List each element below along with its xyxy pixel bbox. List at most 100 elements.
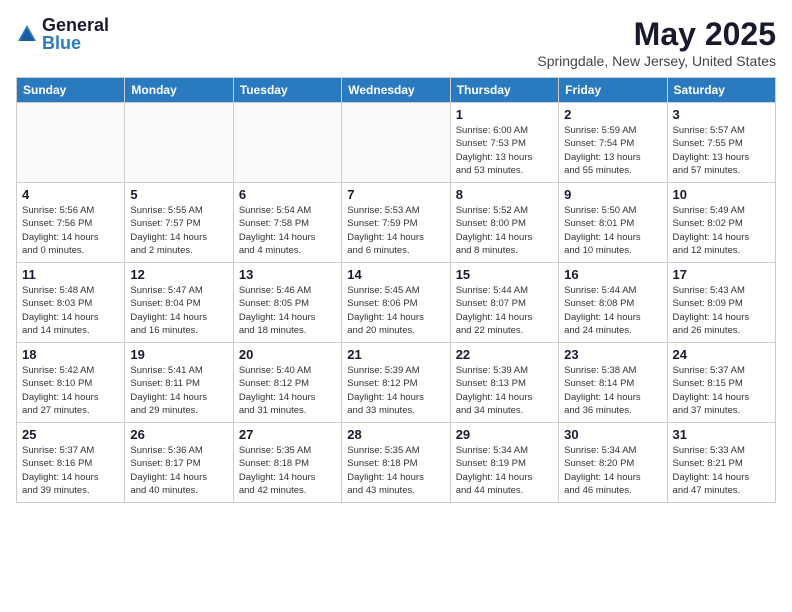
- calendar-week-row: 1 Sunrise: 6:00 AMSunset: 7:53 PMDaylight…: [17, 103, 776, 183]
- logo-blue: Blue: [42, 34, 109, 52]
- day-number: 22: [456, 347, 553, 362]
- day-number: 19: [130, 347, 227, 362]
- calendar-cell: 12 Sunrise: 5:47 AMSunset: 8:04 PMDayligh…: [125, 263, 233, 343]
- calendar-cell: 2 Sunrise: 5:59 AMSunset: 7:54 PMDaylight…: [559, 103, 667, 183]
- calendar-cell: 21 Sunrise: 5:39 AMSunset: 8:12 PMDayligh…: [342, 343, 450, 423]
- day-number: 2: [564, 107, 661, 122]
- day-info: Sunrise: 5:45 AMSunset: 8:06 PMDaylight:…: [347, 284, 444, 337]
- calendar-cell: 31Sunrise: 5:33 AMSunset: 8:21 PMDayligh…: [667, 423, 775, 503]
- day-number: 7: [347, 187, 444, 202]
- day-number: 23: [564, 347, 661, 362]
- day-header-tuesday: Tuesday: [233, 78, 341, 103]
- title-block: May 2025 Springdale, New Jersey, United …: [537, 16, 776, 69]
- day-info: Sunrise: 5:50 AMSunset: 8:01 PMDaylight:…: [564, 204, 661, 257]
- day-info: Sunrise: 5:54 AMSunset: 7:58 PMDaylight:…: [239, 204, 336, 257]
- day-header-saturday: Saturday: [667, 78, 775, 103]
- day-number: 11: [22, 267, 119, 282]
- day-number: 4: [22, 187, 119, 202]
- day-number: 14: [347, 267, 444, 282]
- day-number: 30: [564, 427, 661, 442]
- calendar-body: 1 Sunrise: 6:00 AMSunset: 7:53 PMDaylight…: [17, 103, 776, 503]
- calendar-cell: 23 Sunrise: 5:38 AMSunset: 8:14 PMDayligh…: [559, 343, 667, 423]
- calendar-cell: 17Sunrise: 5:43 AMSunset: 8:09 PMDayligh…: [667, 263, 775, 343]
- calendar-cell: 5 Sunrise: 5:55 AMSunset: 7:57 PMDaylight…: [125, 183, 233, 263]
- day-number: 12: [130, 267, 227, 282]
- day-info: Sunrise: 5:48 AMSunset: 8:03 PMDaylight:…: [22, 284, 119, 337]
- day-info: Sunrise: 5:40 AMSunset: 8:12 PMDaylight:…: [239, 364, 336, 417]
- calendar-cell: 28 Sunrise: 5:35 AMSunset: 8:18 PMDayligh…: [342, 423, 450, 503]
- day-number: 18: [22, 347, 119, 362]
- month-year-title: May 2025: [537, 16, 776, 53]
- day-number: 13: [239, 267, 336, 282]
- day-info: Sunrise: 5:52 AMSunset: 8:00 PMDaylight:…: [456, 204, 553, 257]
- day-number: 28: [347, 427, 444, 442]
- calendar-cell: 9 Sunrise: 5:50 AMSunset: 8:01 PMDaylight…: [559, 183, 667, 263]
- day-info: Sunrise: 5:56 AMSunset: 7:56 PMDaylight:…: [22, 204, 119, 257]
- calendar-cell: 13 Sunrise: 5:46 AMSunset: 8:05 PMDayligh…: [233, 263, 341, 343]
- day-number: 21: [347, 347, 444, 362]
- calendar-cell: 16Sunrise: 5:44 AMSunset: 8:08 PMDayligh…: [559, 263, 667, 343]
- day-header-friday: Friday: [559, 78, 667, 103]
- calendar-cell: 8Sunrise: 5:52 AMSunset: 8:00 PMDaylight…: [450, 183, 558, 263]
- day-info: Sunrise: 5:38 AMSunset: 8:14 PMDaylight:…: [564, 364, 661, 417]
- calendar-cell: 26 Sunrise: 5:36 AMSunset: 8:17 PMDayligh…: [125, 423, 233, 503]
- day-header-sunday: Sunday: [17, 78, 125, 103]
- day-info: Sunrise: 5:34 AMSunset: 8:19 PMDaylight:…: [456, 444, 553, 497]
- calendar-cell: 20Sunrise: 5:40 AMSunset: 8:12 PMDayligh…: [233, 343, 341, 423]
- day-header-thursday: Thursday: [450, 78, 558, 103]
- day-number: 29: [456, 427, 553, 442]
- day-info: Sunrise: 5:55 AMSunset: 7:57 PMDaylight:…: [130, 204, 227, 257]
- day-number: 24: [673, 347, 770, 362]
- day-info: Sunrise: 5:46 AMSunset: 8:05 PMDaylight:…: [239, 284, 336, 337]
- day-info: Sunrise: 5:59 AMSunset: 7:54 PMDaylight:…: [564, 124, 661, 177]
- calendar-cell: 18Sunrise: 5:42 AMSunset: 8:10 PMDayligh…: [17, 343, 125, 423]
- calendar-cell: 27Sunrise: 5:35 AMSunset: 8:18 PMDayligh…: [233, 423, 341, 503]
- day-info: Sunrise: 5:44 AMSunset: 8:08 PMDaylight:…: [564, 284, 661, 337]
- calendar-cell: 11 Sunrise: 5:48 AMSunset: 8:03 PMDayligh…: [17, 263, 125, 343]
- page-header: General Blue May 2025 Springdale, New Je…: [16, 16, 776, 69]
- day-info: Sunrise: 5:35 AMSunset: 8:18 PMDaylight:…: [347, 444, 444, 497]
- calendar-cell: 14 Sunrise: 5:45 AMSunset: 8:06 PMDayligh…: [342, 263, 450, 343]
- location-subtitle: Springdale, New Jersey, United States: [537, 53, 776, 69]
- calendar-week-row: 25Sunrise: 5:37 AMSunset: 8:16 PMDayligh…: [17, 423, 776, 503]
- logo: General Blue: [16, 16, 109, 52]
- calendar-cell: [342, 103, 450, 183]
- day-number: 1: [456, 107, 553, 122]
- calendar-week-row: 18Sunrise: 5:42 AMSunset: 8:10 PMDayligh…: [17, 343, 776, 423]
- day-info: Sunrise: 5:53 AMSunset: 7:59 PMDaylight:…: [347, 204, 444, 257]
- calendar-header-row: SundayMondayTuesdayWednesdayThursdayFrid…: [17, 78, 776, 103]
- day-number: 27: [239, 427, 336, 442]
- day-info: Sunrise: 5:44 AMSunset: 8:07 PMDaylight:…: [456, 284, 553, 337]
- calendar-week-row: 4 Sunrise: 5:56 AMSunset: 7:56 PMDaylight…: [17, 183, 776, 263]
- day-info: Sunrise: 5:39 AMSunset: 8:12 PMDaylight:…: [347, 364, 444, 417]
- day-info: Sunrise: 5:49 AMSunset: 8:02 PMDaylight:…: [673, 204, 770, 257]
- calendar-cell: 4 Sunrise: 5:56 AMSunset: 7:56 PMDaylight…: [17, 183, 125, 263]
- calendar-cell: [17, 103, 125, 183]
- day-info: Sunrise: 6:00 AMSunset: 7:53 PMDaylight:…: [456, 124, 553, 177]
- day-info: Sunrise: 5:37 AMSunset: 8:15 PMDaylight:…: [673, 364, 770, 417]
- day-info: Sunrise: 5:33 AMSunset: 8:21 PMDaylight:…: [673, 444, 770, 497]
- calendar-cell: 6Sunrise: 5:54 AMSunset: 7:58 PMDaylight…: [233, 183, 341, 263]
- day-info: Sunrise: 5:47 AMSunset: 8:04 PMDaylight:…: [130, 284, 227, 337]
- calendar-week-row: 11 Sunrise: 5:48 AMSunset: 8:03 PMDayligh…: [17, 263, 776, 343]
- day-number: 26: [130, 427, 227, 442]
- day-info: Sunrise: 5:43 AMSunset: 8:09 PMDaylight:…: [673, 284, 770, 337]
- day-number: 15: [456, 267, 553, 282]
- day-header-wednesday: Wednesday: [342, 78, 450, 103]
- calendar-cell: 24 Sunrise: 5:37 AMSunset: 8:15 PMDayligh…: [667, 343, 775, 423]
- calendar-cell: 1 Sunrise: 6:00 AMSunset: 7:53 PMDaylight…: [450, 103, 558, 183]
- calendar-cell: [233, 103, 341, 183]
- day-info: Sunrise: 5:39 AMSunset: 8:13 PMDaylight:…: [456, 364, 553, 417]
- calendar-cell: 10 Sunrise: 5:49 AMSunset: 8:02 PMDayligh…: [667, 183, 775, 263]
- calendar-cell: [125, 103, 233, 183]
- day-info: Sunrise: 5:34 AMSunset: 8:20 PMDaylight:…: [564, 444, 661, 497]
- day-info: Sunrise: 5:36 AMSunset: 8:17 PMDaylight:…: [130, 444, 227, 497]
- day-number: 9: [564, 187, 661, 202]
- calendar-cell: 30 Sunrise: 5:34 AMSunset: 8:20 PMDayligh…: [559, 423, 667, 503]
- calendar-cell: 15 Sunrise: 5:44 AMSunset: 8:07 PMDayligh…: [450, 263, 558, 343]
- day-number: 5: [130, 187, 227, 202]
- day-number: 10: [673, 187, 770, 202]
- calendar-cell: 19Sunrise: 5:41 AMSunset: 8:11 PMDayligh…: [125, 343, 233, 423]
- day-info: Sunrise: 5:57 AMSunset: 7:55 PMDaylight:…: [673, 124, 770, 177]
- calendar-cell: 7 Sunrise: 5:53 AMSunset: 7:59 PMDaylight…: [342, 183, 450, 263]
